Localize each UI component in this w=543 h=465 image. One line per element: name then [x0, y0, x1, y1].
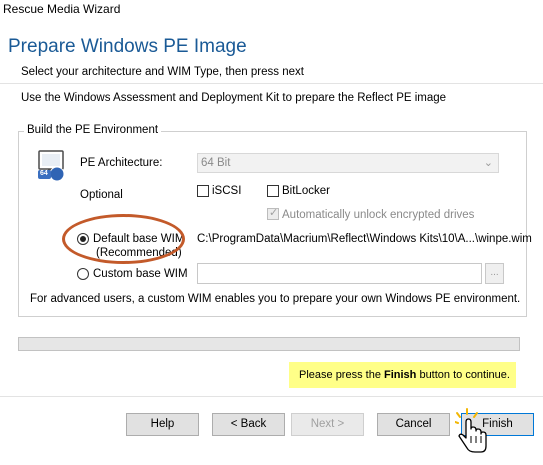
cancel-button[interactable]: Cancel	[377, 413, 450, 436]
notice-suffix: button to continue.	[416, 369, 510, 381]
pe-architecture-value: 64 Bit	[201, 157, 231, 169]
notice-prefix: Please press the	[299, 369, 384, 381]
custom-wim-input[interactable]	[197, 263, 482, 284]
auto-unlock-label: Automatically unlock encrypted drives	[282, 209, 475, 221]
next-button[interactable]: Next >	[291, 413, 364, 436]
browse-button[interactable]: ...	[485, 263, 504, 284]
iscsi-label: iSCSI	[212, 185, 242, 197]
pe-architecture-label: PE Architecture:	[80, 157, 163, 169]
default-wim-path: C:\ProgramData\Macrium\Reflect\Windows K…	[197, 233, 532, 245]
annotation-ellipse	[62, 214, 185, 264]
window-title: Rescue Media Wizard	[3, 2, 121, 16]
icon-badge-64: 64	[40, 170, 48, 177]
pe-architecture-select[interactable]: 64 Bit ⌄	[197, 153, 499, 173]
adk-note-text: Use the Windows Assessment and Deploymen…	[21, 92, 447, 104]
advanced-note: For advanced users, a custom WIM enables…	[30, 293, 521, 305]
pe-architecture-icon: 64	[37, 148, 71, 182]
page-heading: Prepare Windows PE Image	[8, 36, 247, 57]
notice-text: Please press the Finish button to contin…	[299, 369, 510, 381]
progress-bar	[18, 337, 520, 351]
optional-label: Optional	[80, 189, 123, 201]
help-button[interactable]: Help	[126, 413, 199, 436]
auto-unlock-checkbox[interactable]: ✓	[267, 207, 279, 220]
bitlocker-label: BitLocker	[282, 185, 330, 197]
chevron-down-icon: ⌄	[483, 157, 493, 169]
instruction-text: Select your architecture and WIM Type, t…	[21, 66, 304, 78]
header-divider	[0, 83, 543, 84]
rescue-media-wizard-window: Rescue Media Wizard Prepare Windows PE I…	[0, 0, 543, 465]
check-icon: ✓	[269, 207, 279, 219]
iscsi-checkbox[interactable]	[197, 185, 209, 197]
notice-bold: Finish	[384, 369, 417, 381]
back-button[interactable]: < Back	[212, 413, 285, 436]
hand-cursor-icon	[454, 408, 495, 458]
finish-notice: Please press the Finish button to contin…	[289, 362, 516, 388]
groupbox-legend: Build the PE Environment	[24, 124, 162, 136]
custom-wim-radio[interactable]	[77, 268, 89, 280]
footer-divider	[0, 396, 543, 397]
custom-wim-label[interactable]: Custom base WIM	[93, 268, 188, 280]
bitlocker-checkbox[interactable]	[267, 185, 279, 197]
